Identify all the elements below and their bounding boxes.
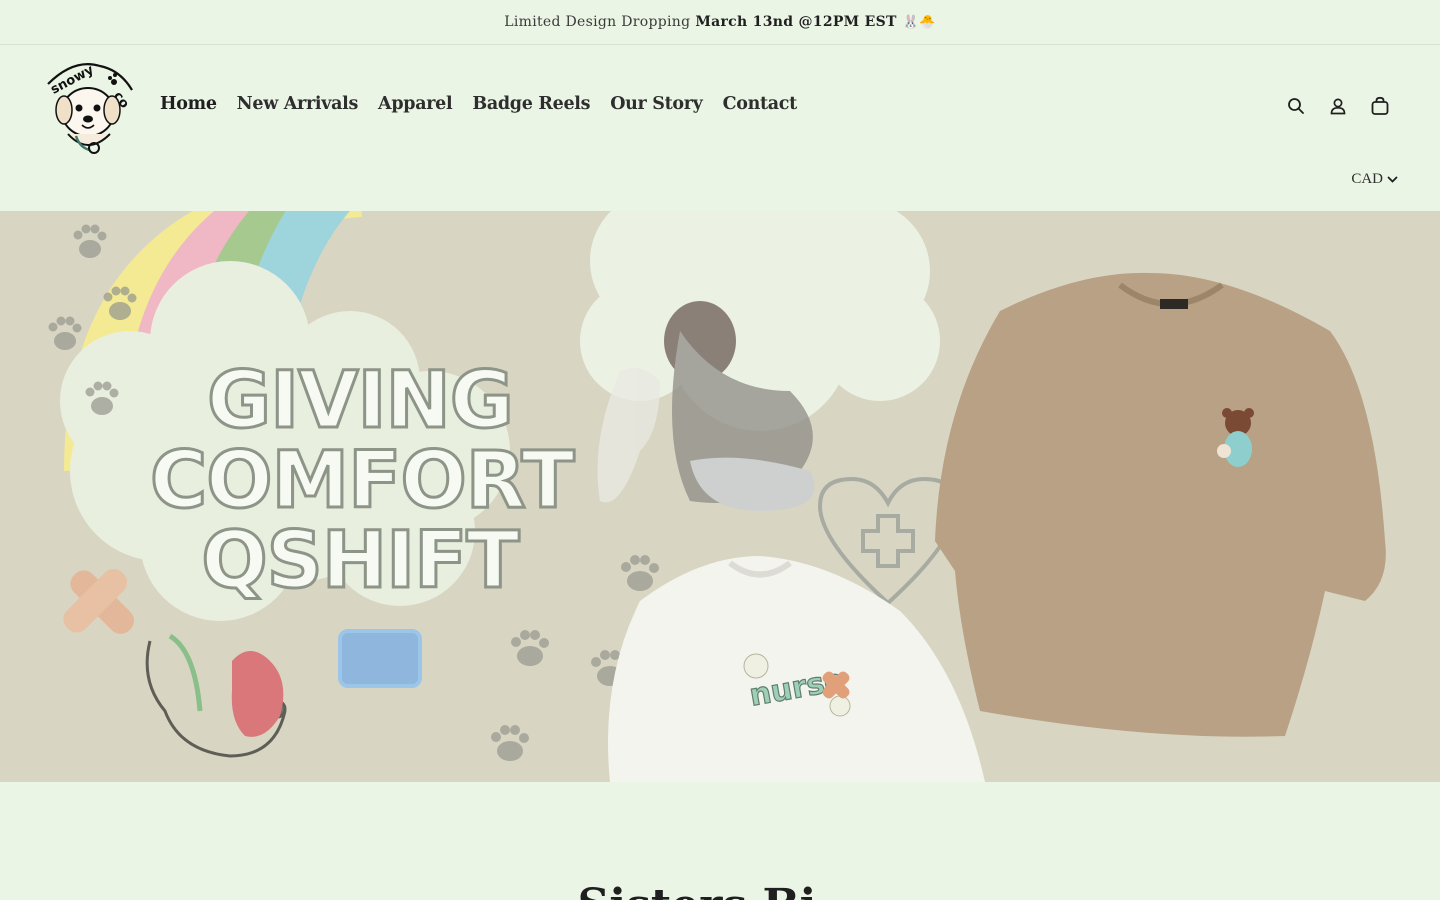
nav-home[interactable]: Home (160, 94, 217, 114)
announcement-text: Limited Design Dropping (504, 14, 691, 30)
hero-headline-line-3: QSHIFT (200, 516, 521, 606)
section-heading: Sisters Bi... (0, 880, 1440, 900)
cart-icon (1371, 96, 1389, 115)
site-header: snowy co Home New Arrivals Apparel Badge… (0, 46, 1440, 211)
nav-contact[interactable]: Contact (723, 94, 798, 114)
cart-button[interactable] (1370, 96, 1390, 116)
hero-headline: GIVING COMFORT QSHIFT (149, 356, 577, 606)
hero-headline-line-1: GIVING (206, 356, 516, 446)
announcement-emoji: 🐰🐣 (902, 14, 936, 30)
account-button[interactable] (1328, 96, 1348, 116)
header-icons (1286, 96, 1390, 116)
nav-apparel[interactable]: Apparel (378, 94, 453, 114)
announcement-bar: Limited Design Dropping March 13nd @12PM… (0, 0, 1440, 45)
nav-new-arrivals[interactable]: New Arrivals (237, 94, 359, 114)
currency-selector[interactable]: CAD (1351, 171, 1398, 188)
dog-logo-icon: snowy co (47, 62, 133, 154)
main-nav: Home New Arrivals Apparel Badge Reels Ou… (160, 94, 797, 114)
nav-badge-reels[interactable]: Badge Reels (472, 94, 590, 114)
chevron-down-icon (1387, 176, 1398, 183)
brand-logo[interactable]: snowy co (44, 58, 136, 156)
search-icon (1288, 98, 1304, 114)
account-icon (1330, 98, 1346, 115)
currency-value: CAD (1351, 171, 1383, 187)
announcement-date: March 13nd @12PM EST (695, 14, 897, 30)
search-button[interactable] (1286, 96, 1306, 116)
hero-headline-line-2: COMFORT (149, 436, 577, 526)
face-mask-icon (338, 629, 422, 688)
hero-banner[interactable]: nurse GIVING COMFORT QSHIFT (0, 211, 1440, 782)
nav-our-story[interactable]: Our Story (610, 94, 703, 114)
